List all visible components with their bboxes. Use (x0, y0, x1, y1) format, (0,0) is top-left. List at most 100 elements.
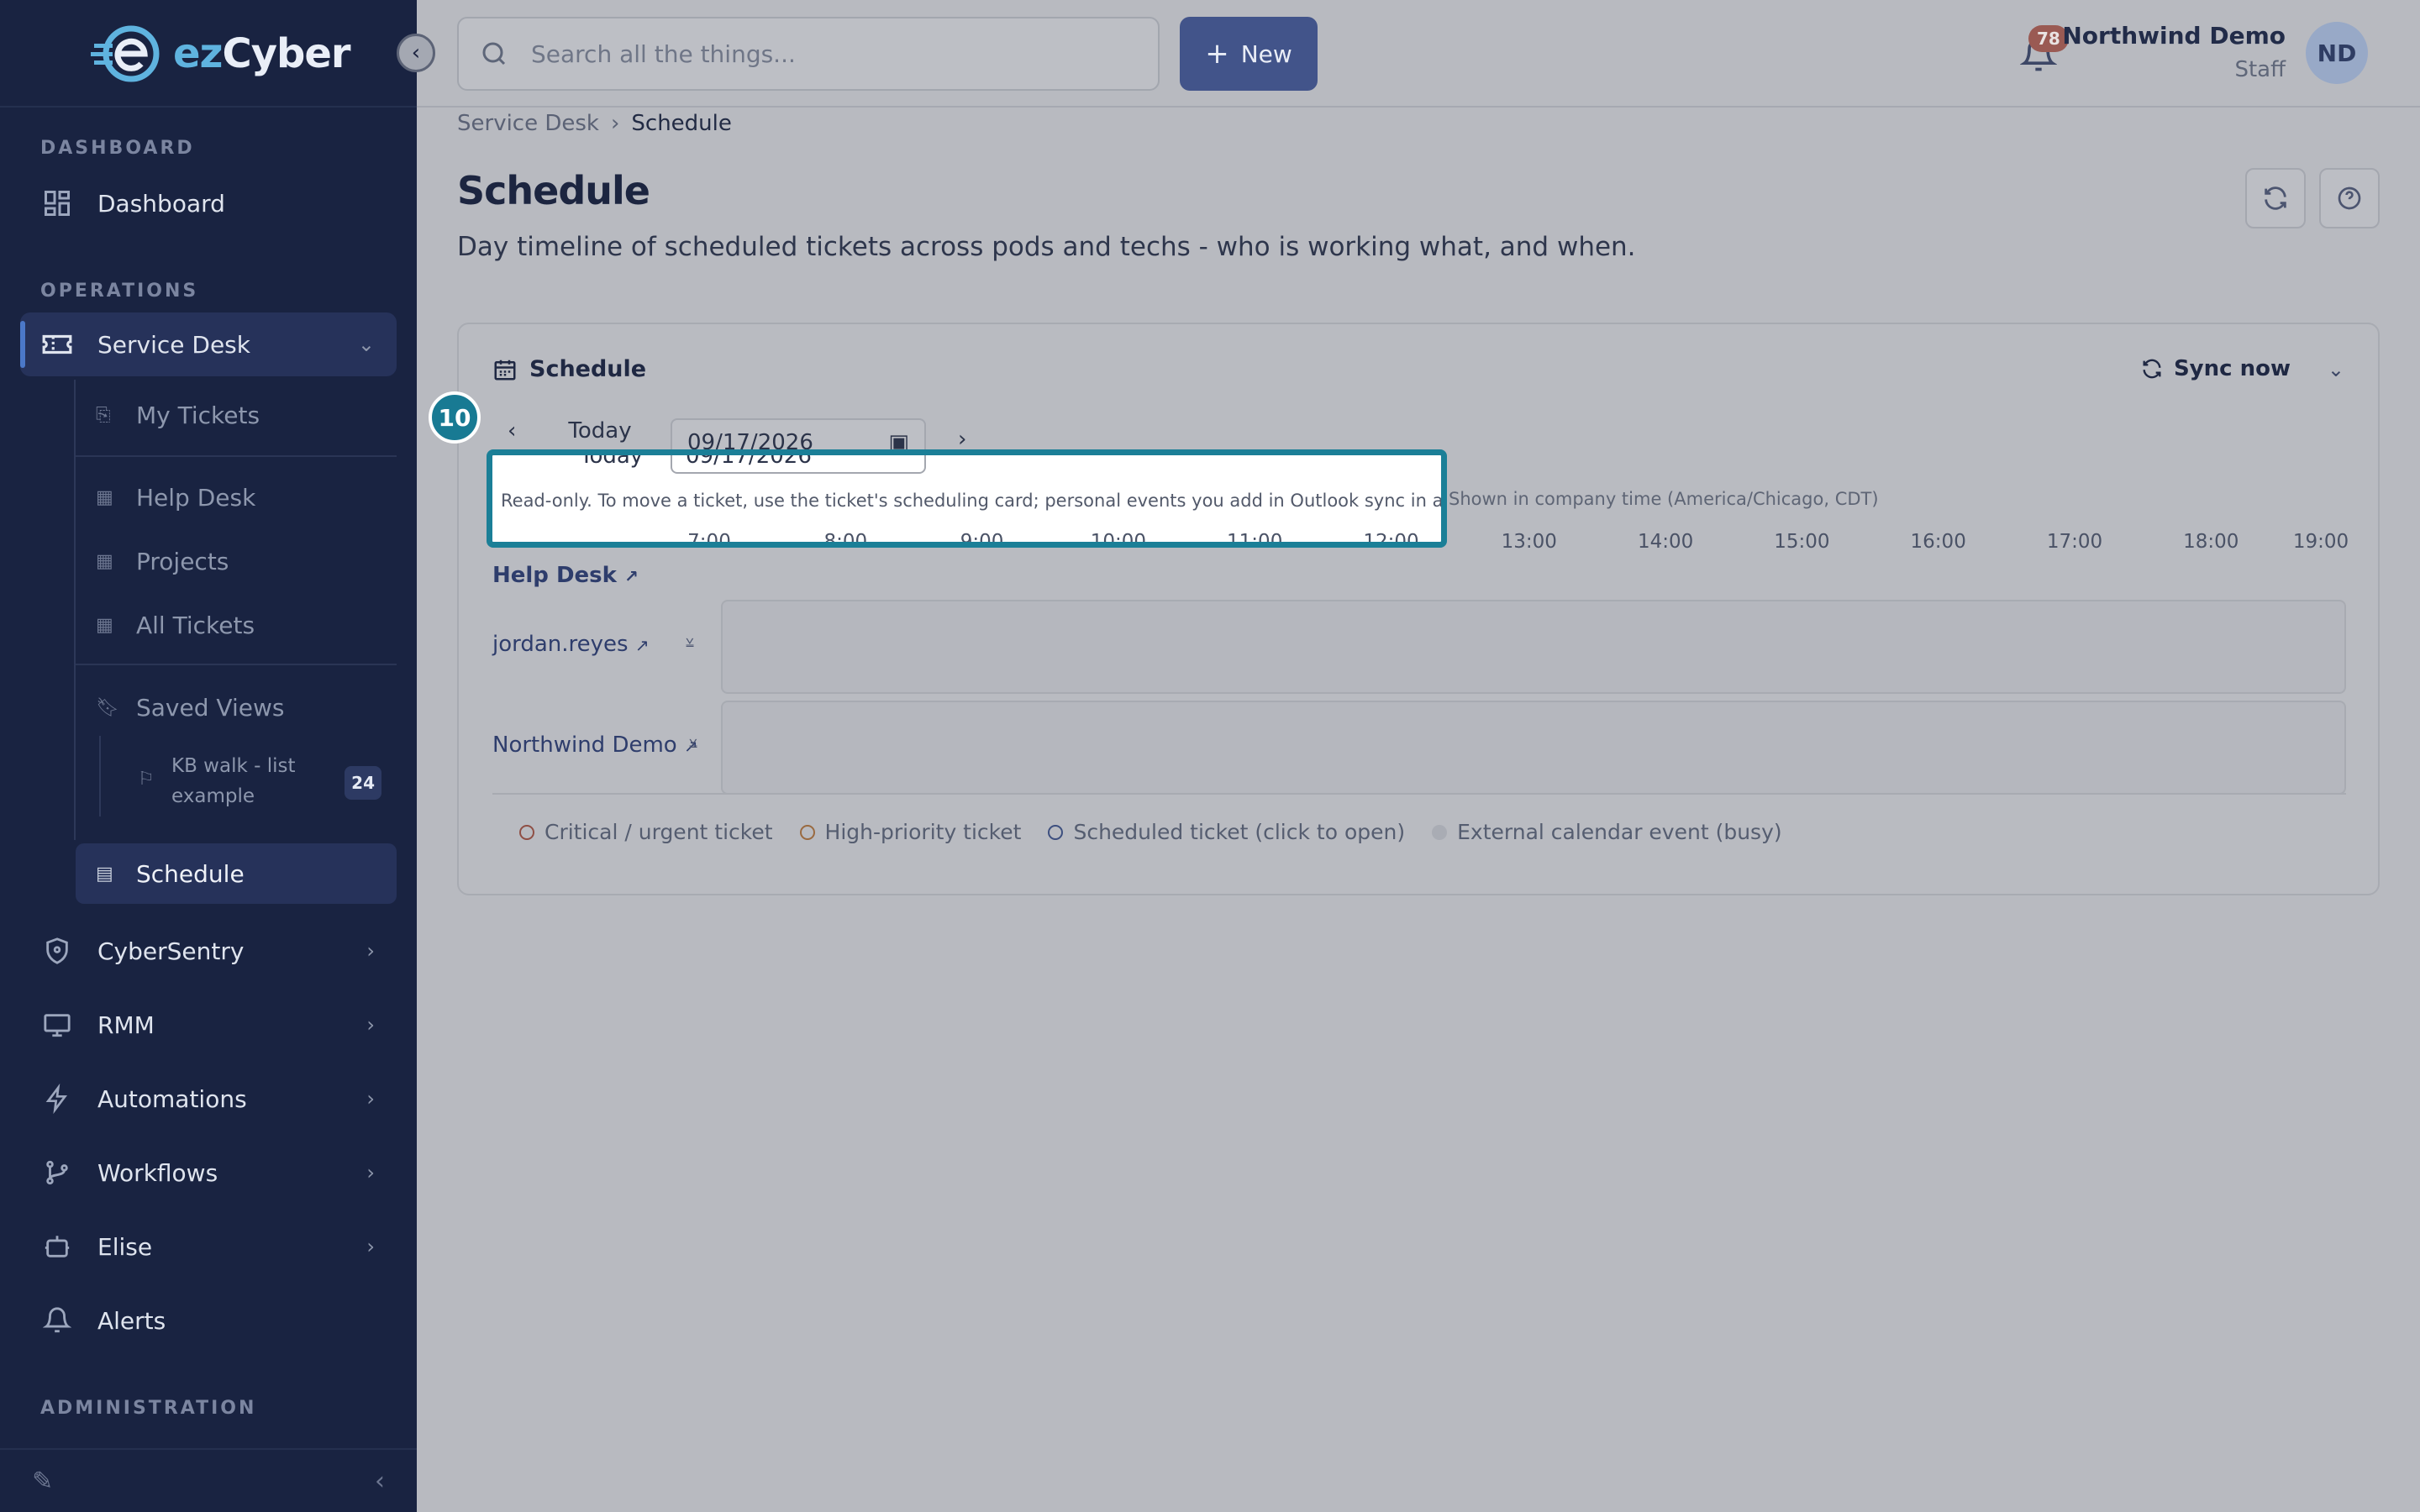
page-description: Day timeline of scheduled tickets across… (457, 232, 1636, 262)
search-placeholder: Search all the things... (531, 39, 796, 68)
sidebar-item-label: Workflows (97, 1158, 218, 1187)
workload-chart-icon[interactable]: ⩣ (686, 632, 694, 648)
legend-label: Scheduled ticket (click to open) (1073, 820, 1406, 844)
legend-critical: Critical / urgent ticket (519, 820, 773, 844)
global-search-input[interactable]: Search all the things... (457, 17, 1160, 91)
next-day-icon[interactable]: › (958, 427, 966, 452)
refresh-button[interactable] (2245, 168, 2306, 228)
bookmark-icon: ⚐ (138, 769, 155, 790)
brand-name: ezCyber (173, 30, 351, 77)
legend-scheduled: Scheduled ticket (click to open) (1048, 820, 1405, 844)
pod-label: Help Desk (492, 563, 617, 588)
sidebar-item-schedule[interactable]: ▤ Schedule (76, 843, 397, 904)
sync-now-button[interactable]: Sync now (2140, 356, 2291, 381)
hour-label: 13:00 (1501, 531, 1557, 553)
hour-label: 17:00 (2046, 531, 2103, 553)
breadcrumb: Service Desk › Schedule (457, 111, 732, 136)
tech-northwind-demo-link[interactable]: Northwind Demo ↗ (492, 732, 698, 758)
critical-dot-icon (519, 824, 534, 840)
collapse-sidebar-button[interactable]: ‹ (397, 34, 435, 72)
edit-pencil-icon[interactable]: ✎ (32, 1467, 53, 1496)
tech-timeline-lane[interactable] (721, 701, 2346, 795)
sidebar-item-elise[interactable]: Elise › (20, 1215, 397, 1278)
brand-logo[interactable]: ezCyber (91, 20, 351, 87)
hour-label: 19:00 (2292, 531, 2349, 553)
sidebar-item-automations[interactable]: Automations › (20, 1067, 397, 1131)
card-title: Schedule (492, 356, 646, 382)
sidebar-item-rmm[interactable]: RMM › (20, 993, 397, 1057)
collapse-card-chevron-icon[interactable]: ⌄ (2328, 358, 2344, 381)
hour-label: 9:00 (960, 531, 1004, 548)
sidebar-item-projects[interactable]: ▦ Projects (76, 534, 397, 588)
legend-label: External calendar event (busy) (1457, 820, 1782, 844)
lightning-icon (40, 1082, 74, 1116)
sidebar-item-my-tickets[interactable]: ⎘ My Tickets (76, 388, 397, 442)
section-heading-dashboard: DASHBOARD (40, 138, 195, 159)
legend-label: Critical / urgent ticket (544, 820, 773, 844)
external-event-dot-icon (1432, 824, 1448, 840)
today-button[interactable]: Today (568, 418, 631, 444)
sidebar-item-saved-views[interactable]: 🔖︎ Saved Views (76, 680, 397, 734)
submenu-divider (76, 664, 397, 665)
date-navigation: ‹ Today (508, 418, 632, 444)
chevron-left-icon: ‹ (411, 40, 421, 66)
hour-label: 16:00 (1910, 531, 1966, 553)
pod-help-desk-link[interactable]: Help Desk ↗ (492, 563, 639, 588)
grid-icon: ▦ (96, 486, 113, 508)
sidebar-item-label: CyberSentry (97, 937, 245, 965)
date-picker-peek: 09/17/2026 (671, 455, 926, 474)
git-branch-icon (40, 1156, 74, 1189)
hour-label: 18:00 (2183, 531, 2239, 553)
legend: Critical / urgent ticket High-priority t… (519, 820, 1782, 844)
breadcrumb-current: Schedule (631, 111, 732, 136)
sidebar-item-alerts[interactable]: Alerts (20, 1289, 397, 1352)
ezcyber-logo-icon (91, 25, 160, 82)
sidebar-item-service-desk[interactable]: Service Desk ⌄ (20, 312, 397, 376)
collapse-left-icon[interactable]: ‹ (375, 1467, 385, 1496)
tech-name: jordan.reyes (492, 632, 629, 657)
plus-icon: + (1205, 37, 1229, 71)
page-title: Schedule (457, 168, 650, 213)
sidebar-item-cybersentry[interactable]: CyberSentry › (20, 919, 397, 983)
workload-chart-icon[interactable]: ⩣ (689, 732, 697, 749)
search-icon (482, 42, 506, 66)
count-badge: 24 (345, 766, 381, 800)
today-button-peek: Today (580, 449, 644, 469)
grid-icon: ▦ (96, 550, 113, 572)
saved-view-kb-walk[interactable]: ⚐ KB walk - list example 24 (118, 746, 397, 813)
sidebar-item-help-desk[interactable]: ▦ Help Desk (76, 470, 397, 524)
ticket-icon (40, 328, 74, 361)
sidebar-divider (0, 106, 417, 108)
tech-jordan-reyes-link[interactable]: jordan.reyes ↗ (492, 632, 650, 657)
avatar[interactable]: ND (2306, 22, 2368, 84)
scheduled-dot-icon (1048, 824, 1064, 840)
new-button[interactable]: + New (1180, 17, 1318, 91)
sidebar-item-all-tickets[interactable]: ▦ All Tickets (76, 598, 397, 652)
grid-icon: ▦ (96, 614, 113, 636)
sidebar-item-label: All Tickets (136, 611, 255, 639)
previous-day-icon[interactable]: ‹ (508, 418, 516, 444)
chevron-down-icon: ⌄ (357, 333, 375, 356)
readonly-note: Read-only. To move a ticket, use the tic… (501, 491, 1444, 511)
help-button[interactable] (2319, 168, 2380, 228)
sync-now-label: Sync now (2173, 356, 2291, 381)
sidebar-item-label: Schedule (136, 859, 245, 888)
user-role: Staff (2234, 57, 2286, 82)
sidebar-item-dashboard[interactable]: Dashboard (20, 171, 397, 235)
help-circle-icon (2338, 186, 2361, 210)
monitor-icon (40, 1008, 74, 1042)
hour-label: 7:00 (687, 531, 731, 548)
card-title-text: Schedule (529, 356, 647, 382)
breadcrumb-separator-icon: › (610, 111, 620, 136)
sidebar-item-label: Help Desk (136, 483, 256, 512)
tech-timeline-lane[interactable] (721, 600, 2346, 694)
user-name[interactable]: Northwind Demo (2062, 22, 2286, 50)
hour-label: 8:00 (823, 531, 868, 548)
timeline-divider (492, 793, 2346, 795)
hour-label: 14:00 (1637, 531, 1694, 553)
chevron-right-icon: › (366, 1013, 375, 1037)
sidebar-item-workflows[interactable]: Workflows › (20, 1141, 397, 1205)
breadcrumb-service-desk[interactable]: Service Desk (457, 111, 599, 136)
external-link-icon: ↗ (634, 635, 650, 655)
tech-name: Northwind Demo (492, 732, 677, 758)
